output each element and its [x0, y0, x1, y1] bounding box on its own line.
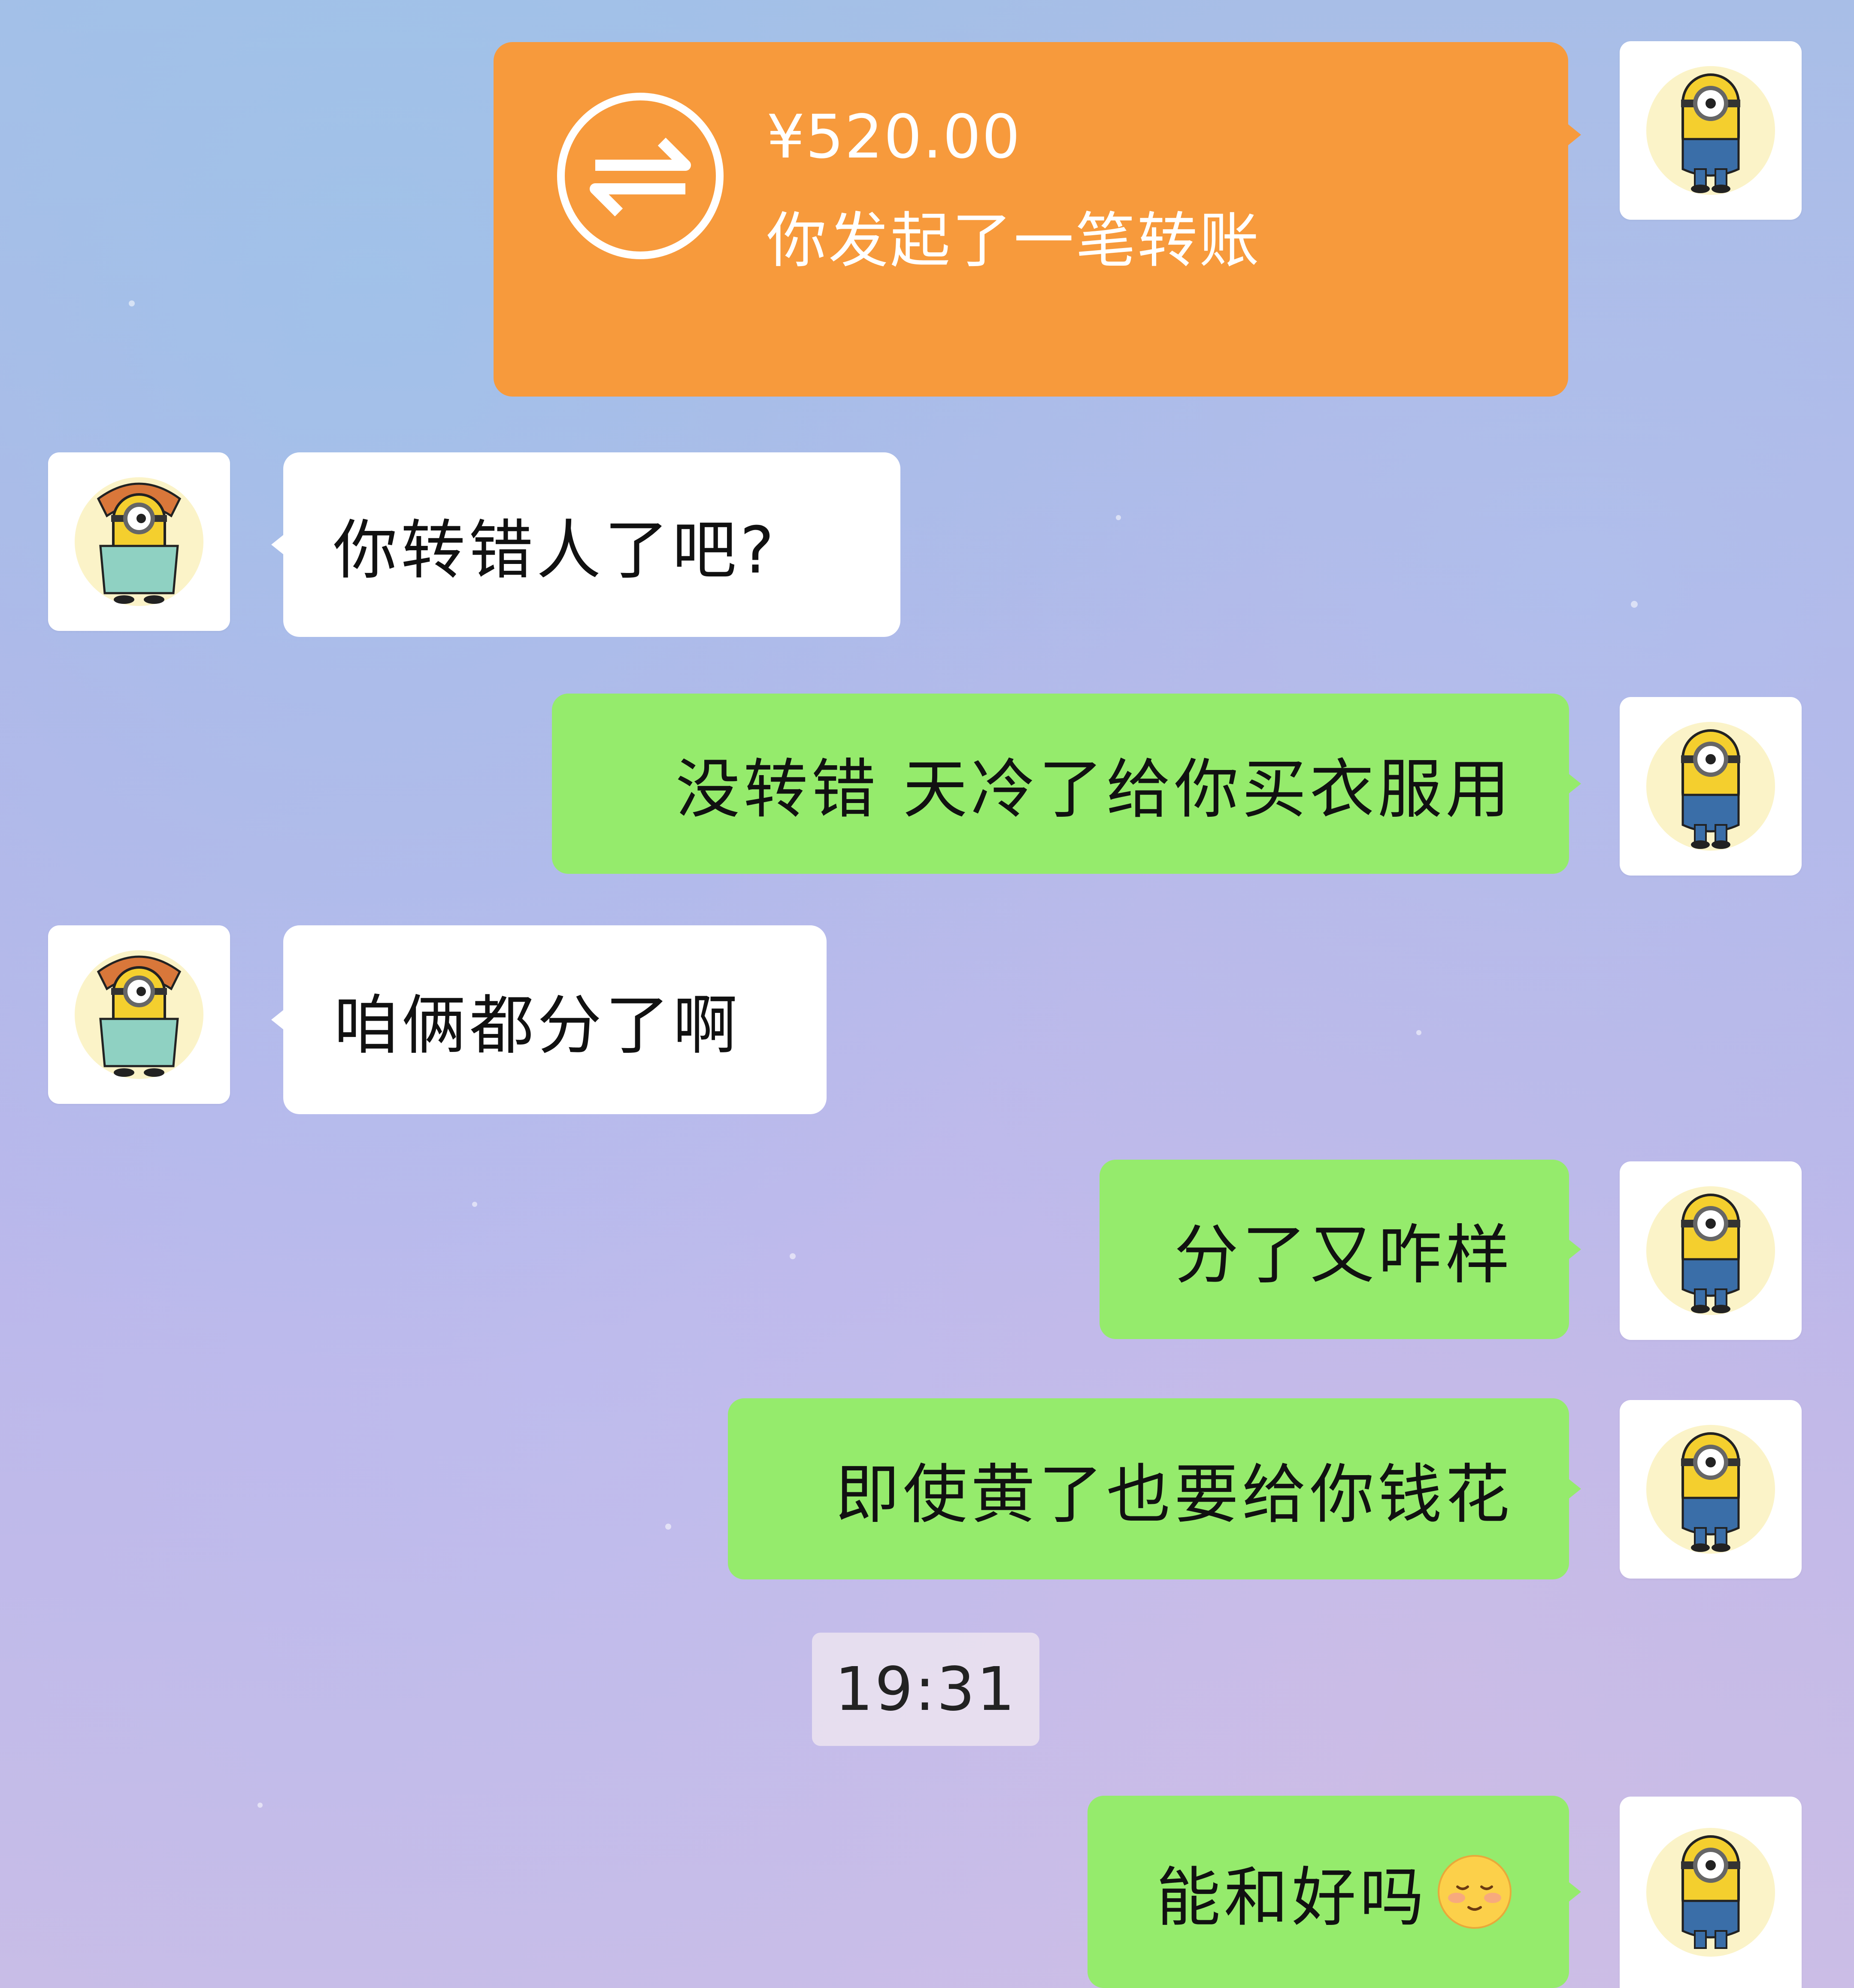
message-bubble-incoming[interactable]: 咱俩都分了啊	[271, 925, 827, 1114]
minion-girl-avatar-icon	[75, 950, 203, 1079]
background-speck	[258, 1803, 263, 1808]
minion-avatar-icon	[1646, 1186, 1775, 1315]
background-speck	[665, 1524, 671, 1530]
message-text: 没转错 天冷了给你买衣服用	[676, 752, 1513, 827]
minion-avatar-icon	[1646, 66, 1775, 195]
bubble-tail	[1568, 773, 1581, 794]
self-avatar[interactable]	[1620, 1161, 1802, 1340]
transfer-description: 你发起了一笔转账	[766, 206, 1261, 276]
self-avatar[interactable]	[1620, 1797, 1802, 1988]
message-bubble-incoming[interactable]: 你转错人了吧?	[271, 452, 900, 637]
minion-avatar-icon	[1646, 1425, 1775, 1554]
message-text: 你转错人了吧?	[333, 513, 778, 588]
background-speck	[129, 300, 135, 306]
bubble-tail	[1568, 1239, 1581, 1260]
background-speck	[790, 1253, 796, 1259]
background-speck	[1631, 601, 1638, 608]
message-text: 咱俩都分了啊	[334, 988, 741, 1063]
bubble-tail	[1567, 124, 1581, 146]
message-bubble-outgoing[interactable]: 分了又咋样	[1100, 1160, 1581, 1339]
self-avatar[interactable]	[1620, 41, 1802, 220]
message-bubble-outgoing[interactable]: 没转错 天冷了给你买衣服用	[552, 694, 1581, 874]
message-text: 即使黄了也要给你钱花	[835, 1457, 1513, 1532]
background-speck	[1116, 515, 1121, 520]
other-avatar[interactable]	[48, 452, 230, 631]
message-bubble-outgoing[interactable]: 能和好吗	[1088, 1796, 1581, 1988]
self-avatar[interactable]	[1620, 697, 1802, 876]
minion-girl-avatar-icon	[75, 477, 203, 606]
blushing-face-icon	[1438, 1855, 1512, 1929]
other-avatar[interactable]	[48, 925, 230, 1104]
bubble-tail	[1568, 1479, 1581, 1499]
bubble-tail	[271, 1009, 284, 1030]
transfer-card[interactable]: ¥520.00 你发起了一笔转账	[494, 42, 1581, 397]
timestamp: 19:31	[812, 1633, 1039, 1746]
transfer-amount: ¥520.00	[766, 102, 1021, 172]
background-speck	[1416, 1030, 1421, 1035]
background-speck	[472, 1202, 477, 1207]
self-avatar[interactable]	[1620, 1400, 1802, 1579]
message-bubble-outgoing[interactable]: 即使黄了也要给你钱花	[728, 1398, 1581, 1579]
bubble-tail	[1568, 1882, 1581, 1902]
bubble-tail	[271, 534, 284, 555]
minion-avatar-icon	[1646, 1828, 1775, 1957]
message-text: 能和好吗	[1156, 1860, 1427, 1935]
message-text: 分了又咋样	[1174, 1218, 1513, 1293]
minion-avatar-icon	[1646, 722, 1775, 851]
transfer-arrows-icon	[554, 90, 726, 262]
